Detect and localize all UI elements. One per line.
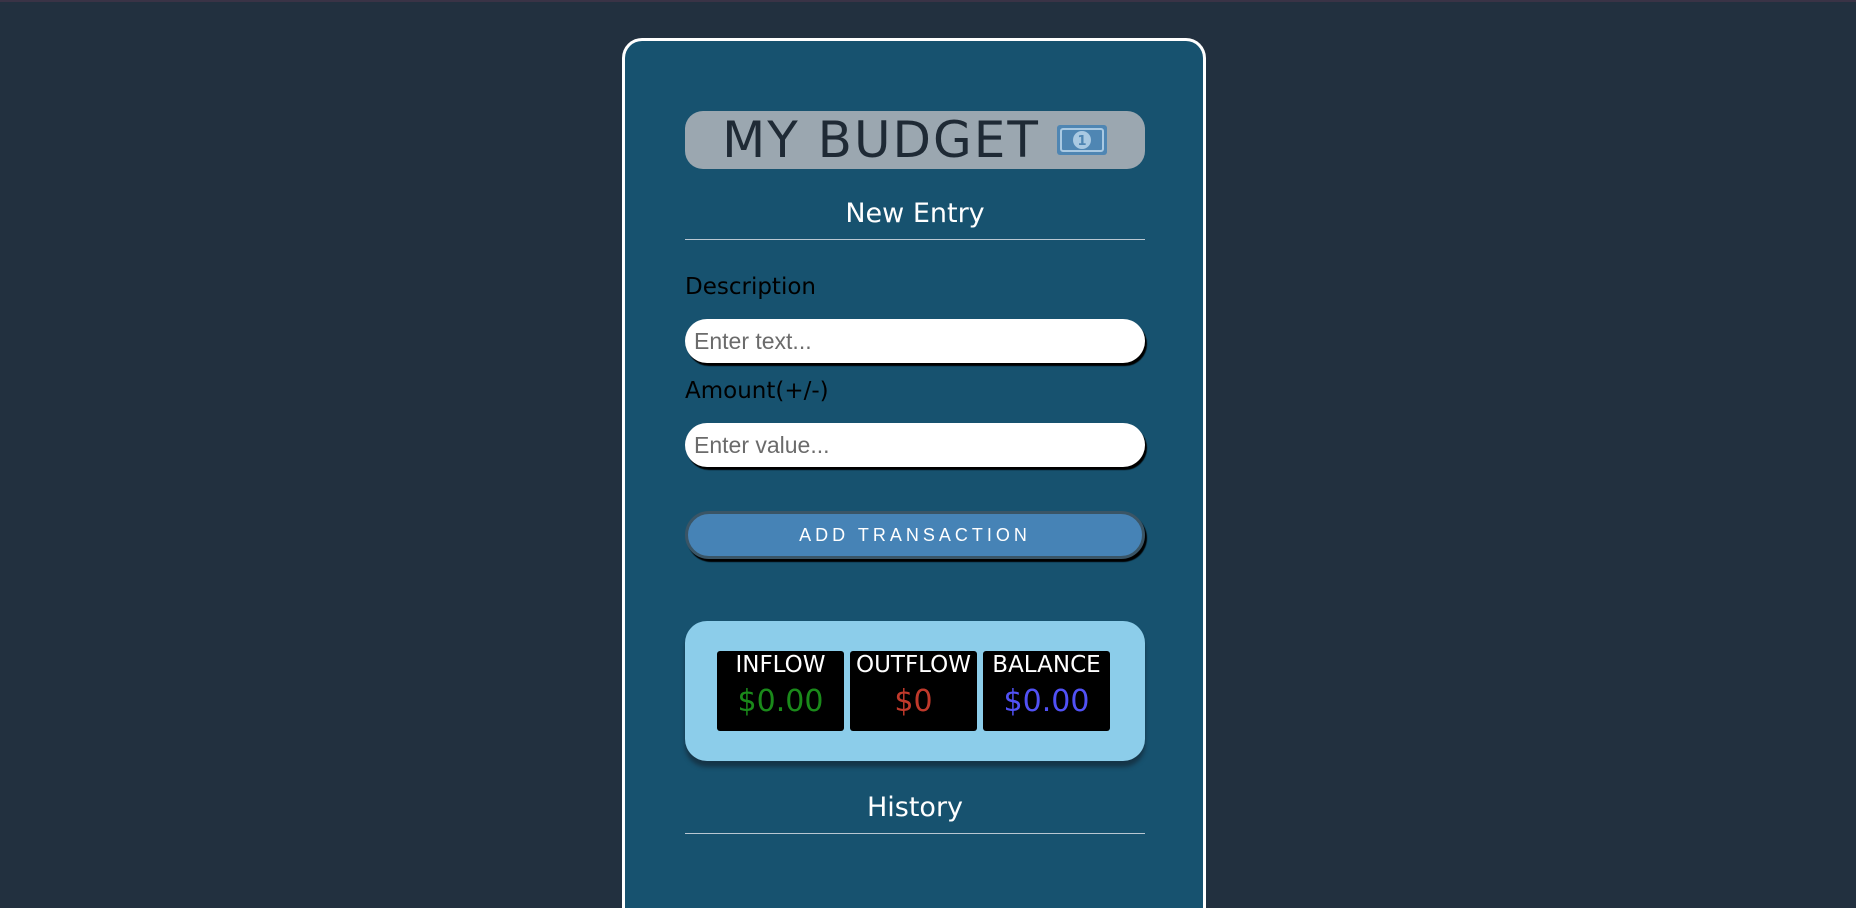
add-transaction-button[interactable]: ADD TRANSACTION bbox=[685, 511, 1145, 559]
dollar-bill-icon: 1 bbox=[1056, 125, 1107, 155]
app-title: MY BUDGET bbox=[722, 111, 1040, 169]
new-entry-heading: New Entry bbox=[845, 198, 985, 229]
svg-text:1: 1 bbox=[1077, 134, 1086, 149]
outflow-stat: OUTFLOW $0 bbox=[850, 651, 977, 731]
budget-card: MY BUDGET 1 New Entry Description Amount… bbox=[622, 38, 1206, 908]
balance-value: $0.00 bbox=[1003, 684, 1090, 719]
amount-label: Amount(+/-) bbox=[685, 378, 829, 404]
inflow-value: $0.00 bbox=[737, 684, 824, 719]
summary-panel: INFLOW $0.00 OUTFLOW $0 BALANCE $0.00 bbox=[685, 621, 1145, 761]
app-title-banner: MY BUDGET 1 bbox=[685, 111, 1145, 169]
history-heading: History bbox=[866, 792, 964, 823]
amount-input[interactable] bbox=[685, 423, 1145, 467]
new-entry-divider bbox=[685, 239, 1145, 240]
outflow-value: $0 bbox=[894, 684, 933, 719]
history-divider bbox=[685, 833, 1145, 834]
balance-label: BALANCE bbox=[992, 652, 1101, 678]
balance-stat: BALANCE $0.00 bbox=[983, 651, 1110, 731]
top-border-line bbox=[0, 0, 1856, 2]
outflow-label: OUTFLOW bbox=[855, 652, 972, 678]
inflow-stat: INFLOW $0.00 bbox=[717, 651, 844, 731]
inflow-label: INFLOW bbox=[735, 652, 826, 678]
description-label: Description bbox=[685, 274, 816, 300]
description-input[interactable] bbox=[685, 319, 1145, 363]
